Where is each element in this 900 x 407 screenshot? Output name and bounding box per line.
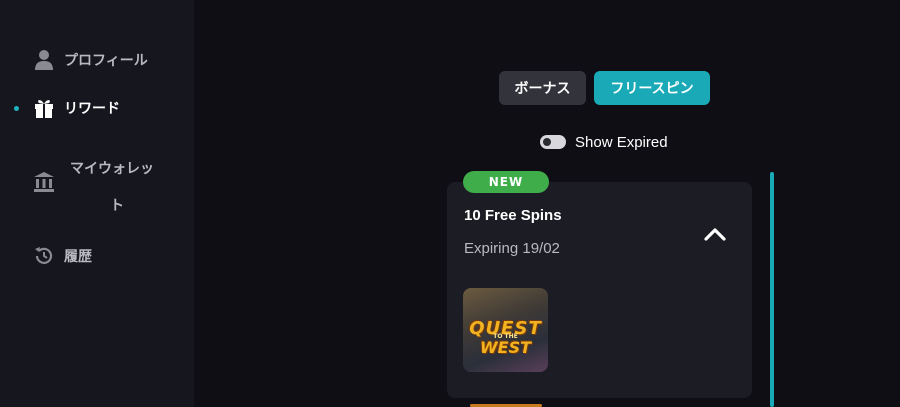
- card-title: 10 Free Spins: [464, 207, 562, 224]
- sidebar: プロフィール リワード マイウォレッ ト 履歴: [0, 0, 194, 407]
- sidebar-item-label-line2: ト: [110, 198, 124, 214]
- history-icon: [33, 245, 55, 267]
- collapse-button[interactable]: [700, 222, 730, 248]
- gift-icon: [33, 97, 55, 119]
- sidebar-item-label: 履歴: [64, 249, 92, 265]
- card-expiry: Expiring 19/02: [464, 240, 560, 257]
- scrollbar[interactable]: [770, 172, 774, 407]
- sidebar-item-label: リワード: [64, 101, 120, 117]
- bank-icon: [33, 171, 55, 193]
- show-expired-label: Show Expired: [575, 133, 668, 151]
- user-icon: [33, 49, 55, 71]
- toggle-knob: [543, 138, 551, 146]
- active-indicator: [14, 106, 19, 111]
- chevron-up-icon: [704, 226, 726, 245]
- game-thumbnail[interactable]: QUEST TO THE WEST: [463, 288, 548, 372]
- sidebar-item-rewards[interactable]: リワード: [0, 96, 194, 120]
- show-expired-toggle[interactable]: [540, 135, 566, 149]
- sidebar-item-history[interactable]: 履歴: [0, 244, 194, 268]
- show-expired-row: Show Expired: [540, 130, 668, 154]
- tab-free-spins[interactable]: フリースピン: [594, 71, 710, 105]
- new-badge: NEW: [463, 171, 549, 193]
- sidebar-item-wallet[interactable]: マイウォレッ ト: [0, 145, 194, 240]
- game-logo-line2: WEST: [479, 338, 531, 357]
- tab-bonus[interactable]: ボーナス: [499, 71, 586, 105]
- sidebar-item-profile[interactable]: プロフィール: [0, 48, 194, 72]
- sidebar-item-label: プロフィール: [64, 53, 148, 69]
